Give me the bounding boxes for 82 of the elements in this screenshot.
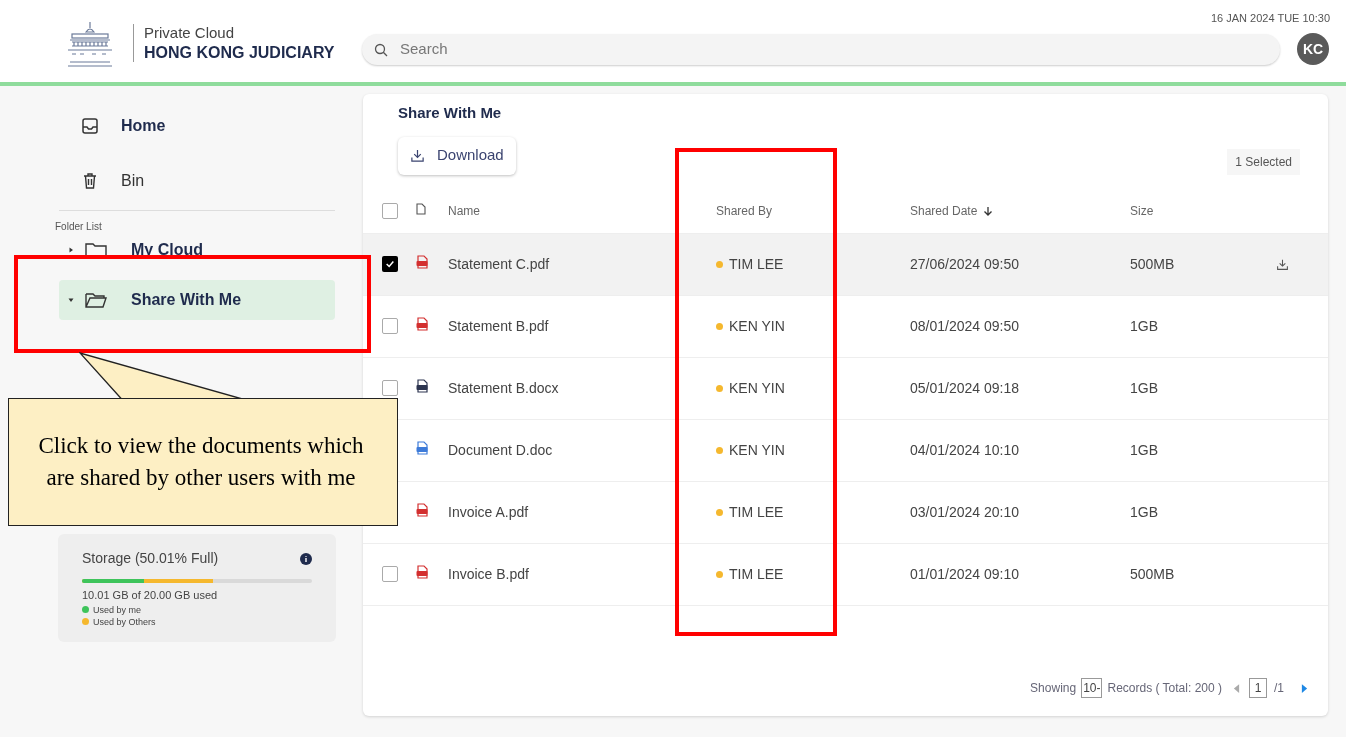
checkbox[interactable]: [382, 318, 398, 334]
checkbox[interactable]: [382, 380, 398, 396]
table-row[interactable]: Statement B.docx KEN YIN 05/01/2024 09:18 1GB: [363, 357, 1328, 420]
download-icon: [410, 148, 425, 163]
folder-icon: [85, 242, 107, 258]
folder-item[interactable]: Share With Me: [59, 280, 335, 320]
document-icon: [416, 316, 428, 331]
document-icon: [416, 502, 428, 517]
pagination-label: Records ( Total: 200 ): [1107, 680, 1222, 697]
file-name[interactable]: Statement B.pdf: [448, 315, 716, 337]
section-label: Folder List: [55, 220, 103, 234]
file-size: 1GB: [1130, 440, 1159, 460]
date-time: 16 JAN 2024 TUE 10:30: [1210, 11, 1330, 26]
storage-title: Storage (50.01% Full): [82, 549, 219, 568]
shared-by-name: TIM LEE: [729, 254, 784, 274]
next-page-icon[interactable]: [1301, 682, 1308, 694]
file-name[interactable]: Invoice B.pdf: [448, 563, 716, 585]
shared-date: 05/01/2024 09:18: [910, 378, 1020, 398]
callout-text: Click to view the documents which are shared by other users with me: [37, 432, 365, 492]
legend-label: Used by Others: [93, 615, 156, 628]
shared-by-name: KEN YIN: [729, 440, 785, 460]
app-subtitle: Private Cloud: [144, 22, 236, 42]
shared-date: 08/01/2024 09:50: [910, 316, 1020, 336]
file-name[interactable]: Statement C.pdf: [448, 253, 716, 275]
shared-by-name: KEN YIN: [729, 316, 785, 336]
shared-date: 01/01/2024 09:10: [910, 564, 1020, 584]
file-size: 500MB: [1130, 564, 1176, 584]
previous-page-icon[interactable]: [1233, 682, 1240, 694]
file-icon: [416, 203, 426, 215]
shared-date: 27/06/2024 09:50: [910, 254, 1020, 274]
document-icon: [416, 440, 428, 455]
page-number-field[interactable]: 1: [1249, 678, 1267, 698]
info-icon[interactable]: [300, 552, 312, 565]
caret-icon: [67, 246, 75, 254]
folder-icon: [85, 292, 107, 308]
sort-arrow-icon[interactable]: [983, 206, 994, 216]
page-title: Share With Me: [398, 103, 503, 123]
checkbox[interactable]: [382, 203, 398, 219]
document-icon: [416, 378, 428, 393]
caret-icon: [67, 296, 75, 304]
nav-item[interactable]: Bin: [47, 153, 347, 208]
document-icon: [416, 564, 428, 579]
search-field[interactable]: Search: [362, 34, 1280, 65]
column-header[interactable]: Shared By: [716, 202, 773, 220]
checkmark-icon: [385, 259, 395, 269]
page-count: /1: [1274, 680, 1284, 697]
trash-icon: [81, 171, 99, 190]
file-name[interactable]: Invoice A.pdf: [448, 501, 716, 523]
file-name[interactable]: Statement B.docx: [448, 377, 716, 399]
file-size: 1GB: [1130, 378, 1159, 398]
file-size: 1GB: [1130, 316, 1159, 336]
column-header[interactable]: Shared Date: [910, 202, 978, 220]
file-name[interactable]: Document D.doc: [448, 439, 716, 461]
download-icon[interactable]: [1276, 257, 1289, 271]
search-input[interactable]: Search: [400, 38, 1268, 61]
column-header[interactable]: Name: [448, 202, 480, 220]
checkbox[interactable]: [382, 566, 398, 582]
app-title: HONG KONG JUDICIARY: [144, 42, 335, 63]
storage-usage: 10.01 GB of 20.00 GB used: [82, 588, 219, 603]
column-header[interactable]: Size: [1130, 202, 1154, 220]
shared-date: 03/01/2024 20:10: [910, 502, 1020, 522]
checkbox[interactable]: [382, 256, 398, 272]
file-size: 500MB: [1130, 254, 1176, 274]
page-size-select[interactable]: 10-: [1081, 678, 1103, 698]
pagination-label: Showing: [1030, 680, 1077, 697]
legend-label: Used by me: [93, 603, 142, 616]
document-icon: [416, 254, 428, 269]
table-row[interactable]: Statement B.pdf KEN YIN 08/01/2024 09:50 1GB: [363, 295, 1328, 358]
search-icon: [374, 42, 388, 57]
inbox-icon: [81, 116, 99, 135]
file-size: 1GB: [1130, 502, 1159, 522]
nav-item[interactable]: Home: [47, 98, 347, 153]
shared-by-name: TIM LEE: [729, 564, 784, 584]
download-button[interactable]: Download: [398, 136, 516, 175]
table-row[interactable]: Invoice B.pdf TIM LEE 01/01/2024 09:10 500MB: [363, 543, 1328, 606]
shared-by-name: KEN YIN: [729, 378, 785, 398]
shared-date: 04/01/2024 10:10: [910, 440, 1020, 460]
selection-count: 1 Selected: [1227, 148, 1300, 175]
user-avatar[interactable]: KC: [1297, 33, 1329, 65]
shared-by-name: TIM LEE: [729, 502, 784, 522]
table-row[interactable]: Invoice A.pdf TIM LEE 03/01/2024 20:10 1GB: [363, 481, 1328, 544]
table-row[interactable]: Statement C.pdf TIM LEE 27/06/2024 09:50 500MB: [363, 233, 1328, 296]
